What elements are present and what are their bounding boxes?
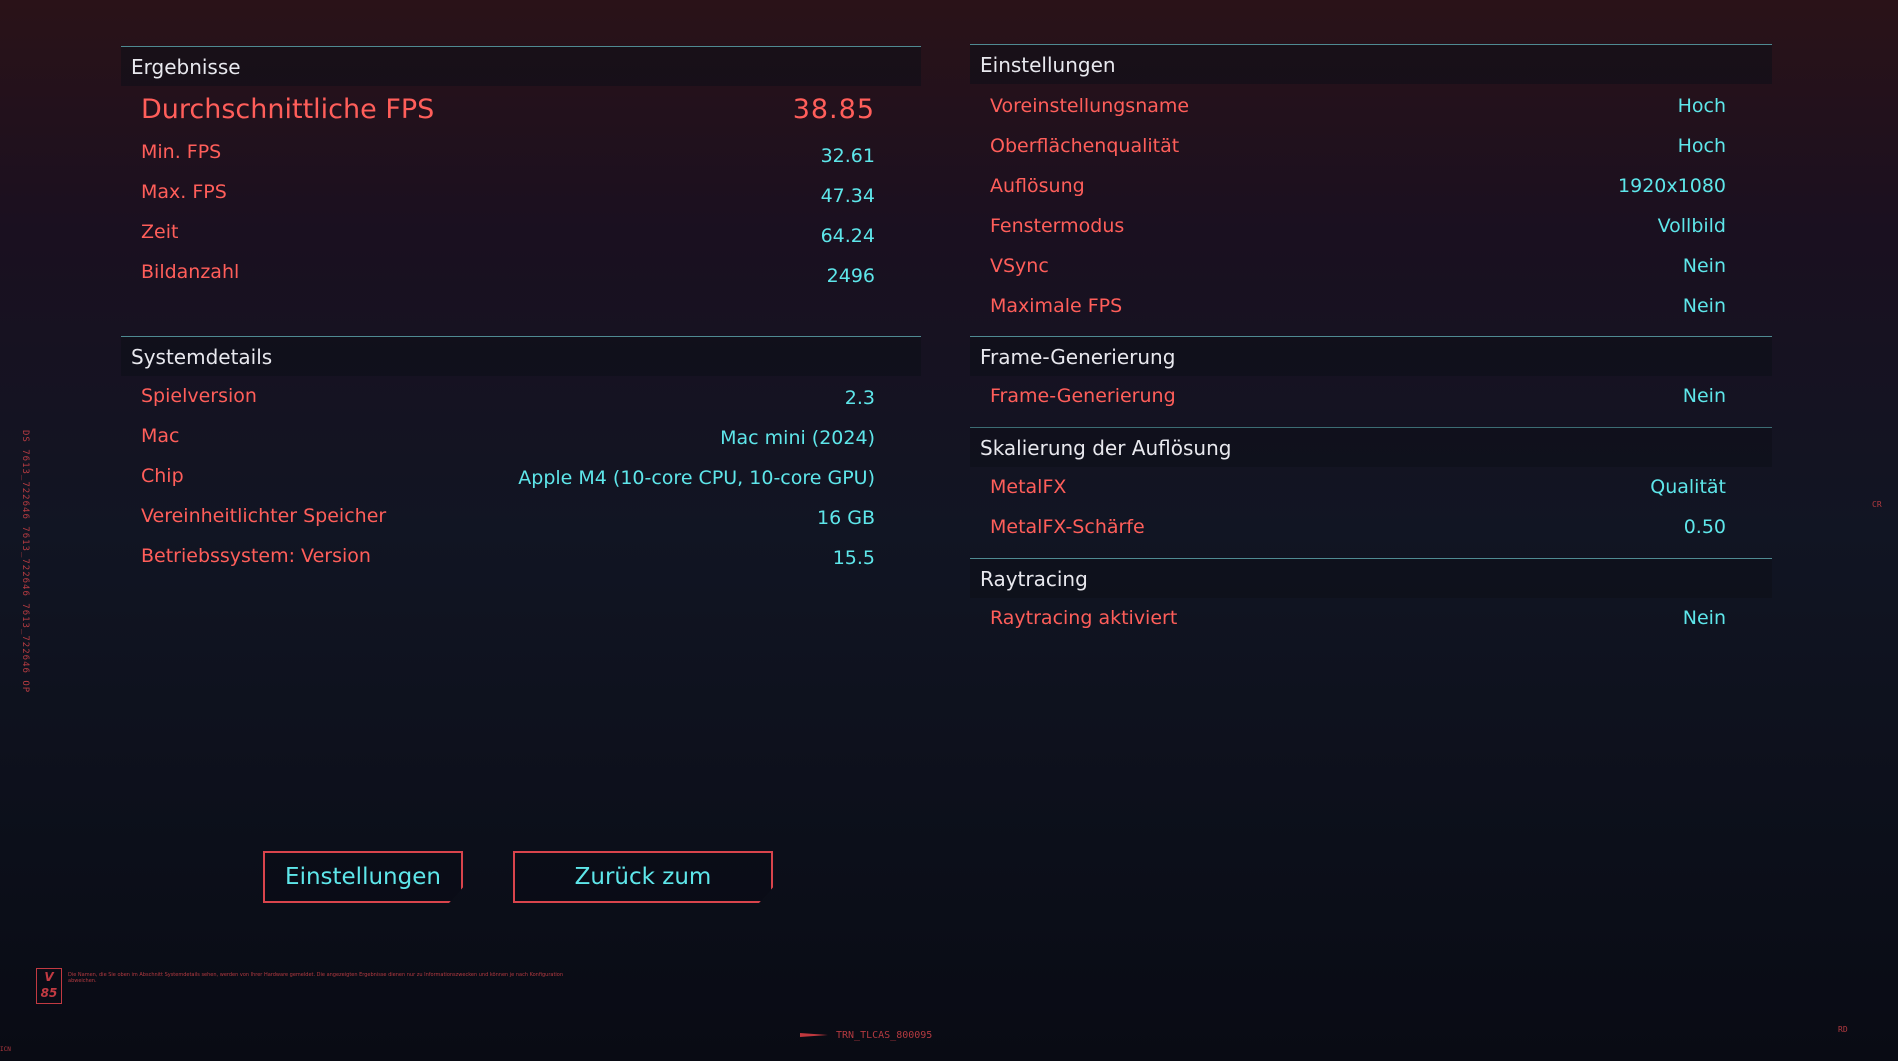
- row-value: Hoch: [1677, 95, 1726, 117]
- footer-code-text: TRN_TLCAS_800095: [836, 1030, 933, 1041]
- row-value: Nein: [1682, 607, 1726, 629]
- raytracing-title: Raytracing: [970, 558, 1772, 598]
- side-code-text: DS 7613_722646 7613_722646 7613_722646 O…: [20, 430, 30, 694]
- avg-fps-value: 38.85: [792, 94, 875, 125]
- row-label: Auflösung: [990, 175, 1085, 197]
- row-value: 15.5: [832, 547, 875, 569]
- scaling-title: Skalierung der Auflösung: [970, 427, 1772, 467]
- row-value: Mac mini (2024): [720, 427, 875, 449]
- row-value: 2.3: [844, 387, 875, 409]
- list-item: Raytracing aktiviert Nein: [970, 598, 1772, 638]
- row-value: Nein: [1682, 255, 1726, 277]
- results-title: Ergebnisse: [121, 46, 921, 86]
- right-tag-1: CR: [1872, 500, 1882, 509]
- settings-title: Einstellungen: [970, 44, 1772, 84]
- list-item: Chip Apple M4 (10-core CPU, 10-core GPU): [121, 456, 921, 496]
- max-fps-row: Max. FPS 47.34: [121, 172, 921, 212]
- row-label: Fenstermodus: [990, 215, 1125, 237]
- list-item: Voreinstellungsname Hoch: [970, 86, 1772, 126]
- row-label: Bildanzahl: [141, 261, 240, 283]
- row-label: Max. FPS: [141, 181, 227, 203]
- list-item: MetalFX Qualität: [970, 467, 1772, 507]
- avg-fps-label: Durchschnittliche FPS: [141, 94, 435, 125]
- row-label: Mac: [141, 425, 180, 447]
- avg-fps-row: Durchschnittliche FPS 38.85: [121, 87, 921, 133]
- row-value: 32.61: [820, 145, 875, 167]
- row-value: Nein: [1682, 295, 1726, 317]
- row-value: 47.34: [820, 185, 875, 207]
- row-value: Vollbild: [1657, 215, 1726, 237]
- row-value: Apple M4 (10-core CPU, 10-core GPU): [518, 467, 875, 489]
- row-value: 16 GB: [817, 507, 875, 529]
- row-label: Voreinstellungsname: [990, 95, 1190, 117]
- right-tag-2: RD: [1838, 1025, 1848, 1034]
- list-item: Spielversion 2.3: [121, 376, 921, 416]
- v85-logo: V 85: [36, 968, 62, 1004]
- row-label: Frame-Generierung: [990, 385, 1176, 407]
- settings-panel: Einstellungen Voreinstellungsname Hoch O…: [970, 44, 1772, 334]
- row-label: Raytracing aktiviert: [990, 607, 1178, 629]
- list-item: Fenstermodus Vollbild: [970, 206, 1772, 246]
- back-to-main-menu-button[interactable]: Zurück zum Hauptmenü: [513, 851, 773, 903]
- framegen-panel: Frame-Generierung Frame-Generierung Nein: [970, 336, 1772, 426]
- system-title: Systemdetails: [121, 336, 921, 376]
- row-label: Oberflächenqualität: [990, 135, 1180, 157]
- list-item: Vereinheitlichter Speicher 16 GB: [121, 496, 921, 536]
- row-label: Betriebssystem: Version: [141, 545, 371, 567]
- framegen-title: Frame-Generierung: [970, 336, 1772, 376]
- frame-count-row: Bildanzahl 2496: [121, 252, 921, 292]
- system-panel: Systemdetails Spielversion 2.3 Mac Mac m…: [121, 336, 921, 576]
- results-panel: Ergebnisse Durchschnittliche FPS 38.85 M…: [121, 46, 921, 287]
- footer-code: TRN_TLCAS_800095: [800, 1030, 932, 1041]
- row-label: Zeit: [141, 221, 179, 243]
- list-item: Betriebssystem: Version 15.5: [121, 536, 921, 576]
- row-label: MetalFX-Schärfe: [990, 516, 1145, 538]
- min-fps-row: Min. FPS 32.61: [121, 132, 921, 172]
- row-label: MetalFX: [990, 476, 1067, 498]
- row-label: Vereinheitlichter Speicher: [141, 505, 387, 527]
- row-label: VSync: [990, 255, 1049, 277]
- list-item: Mac Mac mini (2024): [121, 416, 921, 456]
- list-item: Maximale FPS Nein: [970, 286, 1772, 326]
- raytracing-panel: Raytracing Raytracing aktiviert Nein: [970, 558, 1772, 648]
- arrow-icon: [800, 1033, 828, 1037]
- row-value: Hoch: [1677, 135, 1726, 157]
- list-item: Frame-Generierung Nein: [970, 376, 1772, 416]
- row-value: Qualität: [1650, 476, 1726, 498]
- row-label: Min. FPS: [141, 141, 222, 163]
- row-label: Spielversion: [141, 385, 257, 407]
- row-label: Maximale FPS: [990, 295, 1123, 317]
- time-row: Zeit 64.24: [121, 212, 921, 252]
- disclaimer-text: Die Namen, die Sie oben im Abschnitt Sys…: [68, 972, 564, 984]
- row-label: Chip: [141, 465, 184, 487]
- row-value: Nein: [1682, 385, 1726, 407]
- corner-left-tag: ICN: [0, 1046, 11, 1053]
- scaling-panel: Skalierung der Auflösung MetalFX Qualitä…: [970, 427, 1772, 557]
- row-value: 64.24: [820, 225, 875, 247]
- row-value: 1920x1080: [1618, 175, 1726, 197]
- list-item: VSync Nein: [970, 246, 1772, 286]
- settings-button[interactable]: Einstellungen: [263, 851, 463, 903]
- row-value: 0.50: [1683, 516, 1726, 538]
- row-value: 2496: [826, 265, 875, 287]
- list-item: MetalFX-Schärfe 0.50: [970, 507, 1772, 547]
- list-item: Oberflächenqualität Hoch: [970, 126, 1772, 166]
- list-item: Auflösung 1920x1080: [970, 166, 1772, 206]
